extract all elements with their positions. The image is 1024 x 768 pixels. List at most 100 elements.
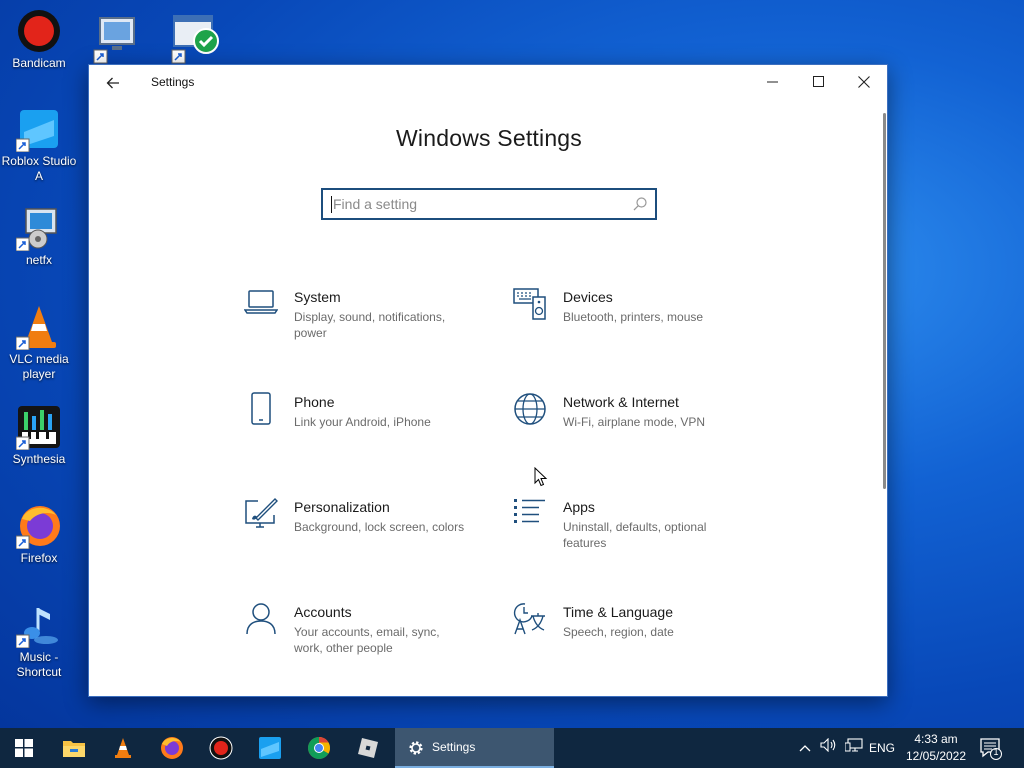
notification-count: 1 [993,747,999,757]
taskbar-bandicam[interactable] [197,728,245,768]
maximize-button[interactable] [795,65,841,99]
tile-title: Phone [294,394,335,410]
roblox-icon [358,738,378,758]
desktop-icon-top-3[interactable] [168,8,224,64]
desktop-icon-label: Music - Shortcut [16,650,62,679]
roblox-studio-icon [259,737,281,759]
paintbrush-icon [245,498,278,528]
desktop-icon-label: netfx [25,253,52,267]
language-indicator[interactable]: ENG [867,728,897,768]
taskbar-roblox-studio[interactable] [246,728,294,768]
settings-window: Settings Windows Settings Find a setting… [88,64,888,697]
desktop-icon-netfx[interactable]: netfx [0,205,78,268]
taskbar-settings[interactable]: Settings [395,728,554,768]
scrollbar[interactable] [883,113,886,489]
desktop-icon-label: Roblox Studio A [1,154,77,183]
taskbar-chrome[interactable] [295,728,343,768]
desktop-icon-bandicam[interactable]: Bandicam [0,8,78,71]
network-button[interactable] [843,728,865,768]
taskbar-file-explorer[interactable] [50,728,98,768]
desktop-icon-label: VLC media player [9,352,69,381]
tile-description: Uninstall, defaults, optional features [563,520,707,550]
tile-title: Personalization [294,499,390,515]
vlc-icon [115,738,131,758]
gear-icon [409,741,423,755]
screen-app-icon [93,17,135,64]
back-arrow-icon [106,77,119,89]
vlc-icon [15,306,56,351]
show-hidden-icons-button[interactable] [796,728,814,768]
globe-icon [514,393,546,425]
desktop-icon-firefox[interactable]: Firefox [0,503,78,566]
firefox-icon [161,737,183,759]
chevron-up-icon [799,745,811,752]
desktop-icon-label: Bandicam [12,56,66,70]
chrome-icon [308,737,330,759]
text-caret [331,196,332,213]
maximize-icon [812,76,824,87]
title-bar[interactable]: Settings [89,65,887,99]
clock-date: 12/05/2022 [905,749,967,763]
taskbar-settings-label: Settings [432,740,476,754]
speaker-icon [820,737,836,753]
music-icon [15,608,58,649]
default-programs-icon [171,15,219,64]
bandicam-icon [209,736,233,760]
search-input[interactable]: Find a setting [321,188,657,220]
tile-description: Display, sound, notifications, power [294,310,446,340]
taskbar-vlc[interactable] [99,728,147,768]
tile-description: Your accounts, email, sync, work, other … [294,625,440,655]
bandicam-icon [18,10,60,52]
action-center-button[interactable]: 1 [978,736,1002,760]
desktop-icon-vlc[interactable]: VLC media player [0,304,78,382]
taskbar: Settings ENG 4:33 am 12/05/2022 1 [0,728,1024,768]
tile-title: System [294,289,341,305]
installer-icon [15,208,57,252]
desktop-icon-label: Firefox [20,551,58,565]
time-language-icon [513,603,545,635]
keyboard-speaker-icon [513,288,546,320]
clock-time: 4:33 am [914,732,958,746]
clock[interactable]: 4:33 am 12/05/2022 [900,731,972,765]
person-icon [246,603,276,635]
roblox-studio-icon [15,110,58,153]
tile-description: Wi-Fi, airplane mode, VPN [563,415,706,429]
network-icon [844,738,863,752]
desktop-icon-label: Synthesia [12,452,66,466]
desktop-icons: Bandicam Roblox Studio A netfx VLC media… [0,0,90,728]
tile-title: Devices [563,289,613,305]
back-button[interactable] [99,71,127,95]
tile-title: Time & Language [563,604,673,620]
mouse-cursor-icon [534,467,548,487]
tile-title: Network & Internet [563,394,679,410]
search-placeholder: Find a setting [333,196,418,212]
minimize-button[interactable] [749,65,795,99]
desktop-icon-music[interactable]: Music - Shortcut [0,602,78,680]
close-icon [858,76,870,88]
window-title: Settings [151,75,195,89]
taskbar-roblox[interactable] [344,728,392,768]
volume-button[interactable] [818,728,840,768]
tile-title: Apps [563,499,595,515]
tile-description: Speech, region, date [563,625,674,639]
file-explorer-icon [63,741,85,757]
minimize-icon [766,81,778,83]
laptop-icon [244,290,278,314]
desktop-icon-top-2[interactable] [90,8,146,64]
synthesia-icon [15,406,60,451]
close-button[interactable] [841,65,887,99]
tile-description: Bluetooth, printers, mouse [563,310,704,324]
apps-list-icon [514,499,545,523]
page-title: Windows Settings [396,125,582,151]
phone-icon [251,392,271,425]
start-icon [15,739,33,757]
search-icon[interactable] [631,195,649,213]
start-button[interactable] [0,728,48,768]
tile-description: Background, lock screen, colors [294,520,465,534]
tile-description: Link your Android, iPhone [294,415,431,429]
desktop-icon-roblox-studio[interactable]: Roblox Studio A [0,106,78,184]
taskbar-firefox[interactable] [148,728,196,768]
firefox-icon [15,506,60,550]
desktop-icon-synthesia[interactable]: Synthesia [0,404,78,467]
tile-title: Accounts [294,604,352,620]
